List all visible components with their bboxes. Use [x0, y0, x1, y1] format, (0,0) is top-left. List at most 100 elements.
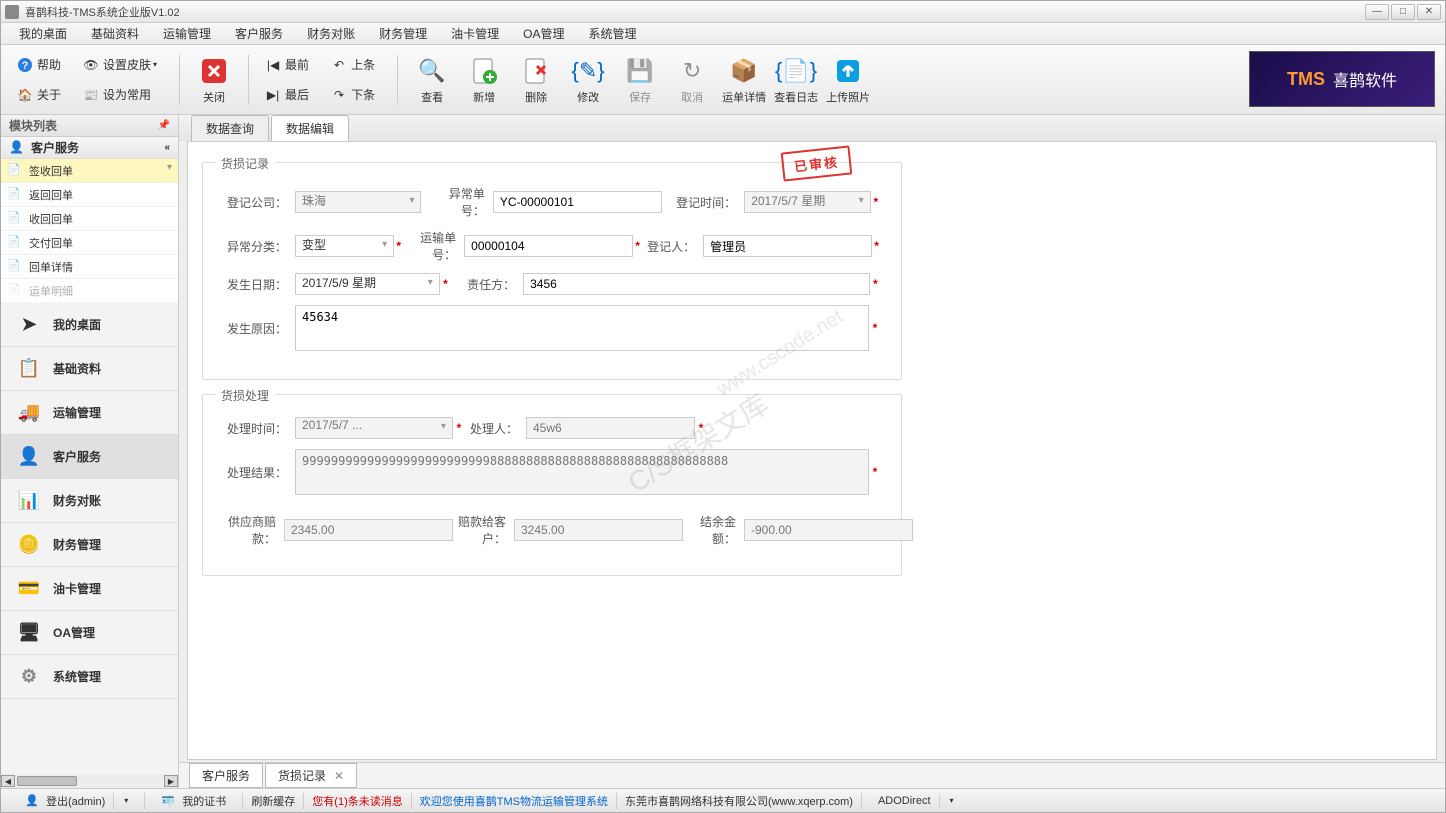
balance-field[interactable]	[744, 519, 913, 541]
skin-button[interactable]: 👁设置皮肤▾	[75, 54, 165, 75]
sidebar-scrollbar[interactable]: ◀▶	[1, 774, 178, 788]
nav-basedata[interactable]: 📋基础资料	[1, 347, 178, 391]
minimize-button[interactable]: —	[1365, 4, 1389, 20]
cert-icon: 🪪	[153, 794, 170, 808]
prev-button[interactable]: ↶上条	[323, 54, 383, 75]
menu-finance[interactable]: 财务管理	[367, 23, 439, 44]
box-icon: 📦	[728, 55, 760, 87]
user-icon: 👤	[9, 140, 25, 156]
reguser-field[interactable]	[703, 235, 872, 257]
reason-field[interactable]	[295, 305, 869, 351]
brand-banner: TMS喜鹊软件	[1249, 51, 1435, 107]
help-icon: ?	[17, 57, 33, 73]
nav-oa[interactable]: 🖥OA管理	[1, 611, 178, 655]
close-icon[interactable]: ✕	[334, 769, 344, 783]
pin-icon[interactable]: 📌	[158, 120, 170, 131]
presult-field[interactable]	[295, 449, 869, 495]
delete-button[interactable]: 删除	[510, 51, 562, 109]
sidebar-item-return[interactable]: 📄返回回单	[1, 183, 178, 207]
search-icon: 🔍	[416, 55, 448, 87]
puser-field[interactable]	[526, 417, 695, 439]
reason-label: 发生原因：	[223, 320, 295, 337]
puser-label: 处理人：	[465, 420, 526, 437]
presult-label: 处理结果：	[223, 464, 295, 481]
custcomp-label: 赔款给客户：	[453, 513, 514, 547]
occdate-field[interactable]: 2017/5/9 星期	[295, 273, 440, 295]
resp-field[interactable]	[523, 273, 870, 295]
upload-button[interactable]: 上传照片	[822, 51, 874, 109]
nav-system[interactable]: ⚙系统管理	[1, 655, 178, 699]
db-mode[interactable]: ADODirect▾	[862, 795, 970, 807]
excno-label: 异常单号：	[432, 185, 493, 219]
add-button[interactable]: 新增	[458, 51, 510, 109]
menubar: 我的桌面 基础资料 运输管理 客户服务 财务对账 财务管理 油卡管理 OA管理 …	[1, 23, 1445, 45]
trno-field[interactable]	[464, 235, 633, 257]
nav-fuel[interactable]: 💳油卡管理	[1, 567, 178, 611]
sidebar-item-sign[interactable]: 📄签收回单	[1, 159, 178, 183]
document-tabs: 客户服务 货损记录✕	[179, 762, 1445, 788]
edit-button[interactable]: {✎}修改	[562, 51, 614, 109]
log-button[interactable]: {📄}查看日志	[770, 51, 822, 109]
cancel-button[interactable]: ↻取消	[666, 51, 718, 109]
first-button[interactable]: |◀最前	[257, 54, 317, 75]
nav-finance[interactable]: 🪙财务管理	[1, 523, 178, 567]
tab-edit[interactable]: 数据编辑	[271, 115, 349, 141]
sidebar-item-waybill[interactable]: 📄运单明细	[1, 279, 178, 303]
menu-customer[interactable]: 客户服务	[223, 23, 295, 44]
menu-fuel[interactable]: 油卡管理	[439, 23, 511, 44]
doc-icon: 📄	[7, 283, 23, 299]
menu-basedata[interactable]: 基础资料	[79, 23, 151, 44]
nav-recon[interactable]: 📊财务对账	[1, 479, 178, 523]
next-button[interactable]: ↷下条	[323, 84, 383, 105]
nav-customer[interactable]: 👤客户服务	[1, 435, 178, 479]
titlebar: 喜鹊科技-TMS系统企业版V1.02 — □ ✕	[1, 1, 1445, 23]
exctype-field[interactable]: 变型	[295, 235, 394, 257]
close-icon	[198, 55, 230, 87]
occdate-label: 发生日期：	[223, 276, 295, 293]
doc-icon: 📄	[7, 211, 23, 227]
sidebar-item-detail[interactable]: 📄回单详情	[1, 255, 178, 279]
about-button[interactable]: 🏠关于	[9, 84, 69, 105]
prev-icon: ↶	[331, 57, 347, 73]
unread-msg[interactable]: 您有(1)条未读消息	[304, 793, 411, 809]
save-button[interactable]: 💾保存	[614, 51, 666, 109]
detail-button[interactable]: 📦运单详情	[718, 51, 770, 109]
sidebar-item-recover[interactable]: 📄收回回单	[1, 207, 178, 231]
company-field[interactable]: 珠海	[295, 191, 421, 213]
gear-icon: ⚙	[15, 666, 43, 688]
close-window-button[interactable]: ✕	[1417, 4, 1441, 20]
doc-icon: 📄	[7, 187, 23, 203]
svg-text:?: ?	[22, 60, 29, 72]
setdefault-button[interactable]: 📰设为常用	[75, 84, 159, 105]
supcomp-field[interactable]	[284, 519, 453, 541]
cert-button[interactable]: 🪪我的证书	[145, 793, 243, 809]
custcomp-field[interactable]	[514, 519, 683, 541]
view-button[interactable]: 🔍查看	[406, 51, 458, 109]
sidebar-item-deliver[interactable]: 📄交付回单	[1, 231, 178, 255]
menu-desktop[interactable]: 我的桌面	[7, 23, 79, 44]
nav-desktop[interactable]: ➤我的桌面	[1, 303, 178, 347]
last-button[interactable]: ▶|最后	[257, 84, 317, 105]
nav-transport[interactable]: 🚚运输管理	[1, 391, 178, 435]
log-icon: {📄}	[780, 55, 812, 87]
maximize-button[interactable]: □	[1391, 4, 1415, 20]
doctab-damage[interactable]: 货损记录✕	[265, 763, 357, 788]
menu-transport[interactable]: 运输管理	[151, 23, 223, 44]
refresh-button[interactable]: 刷新缓存	[243, 793, 304, 809]
regtime-field[interactable]: 2017/5/7 星期	[744, 191, 870, 213]
doctab-customer[interactable]: 客户服务	[189, 763, 263, 788]
close-button[interactable]: 关闭	[188, 51, 240, 109]
menu-recon[interactable]: 财务对账	[295, 23, 367, 44]
menu-oa[interactable]: OA管理	[511, 23, 576, 44]
menu-system[interactable]: 系统管理	[576, 23, 648, 44]
ptime-field[interactable]: 2017/5/7 ...	[295, 417, 453, 439]
trno-label: 运输单号：	[403, 229, 464, 263]
logout-button[interactable]: 👤登出(admin)▾	[9, 793, 145, 809]
resp-label: 责任方：	[451, 276, 523, 293]
cursor-icon: ➤	[15, 314, 43, 336]
sidebar-category-customer[interactable]: 👤客户服务«	[1, 137, 178, 159]
tab-query[interactable]: 数据查询	[191, 115, 269, 141]
excno-field[interactable]	[493, 191, 662, 213]
help-button[interactable]: ?帮助	[9, 54, 69, 75]
save-icon: 💾	[624, 55, 656, 87]
